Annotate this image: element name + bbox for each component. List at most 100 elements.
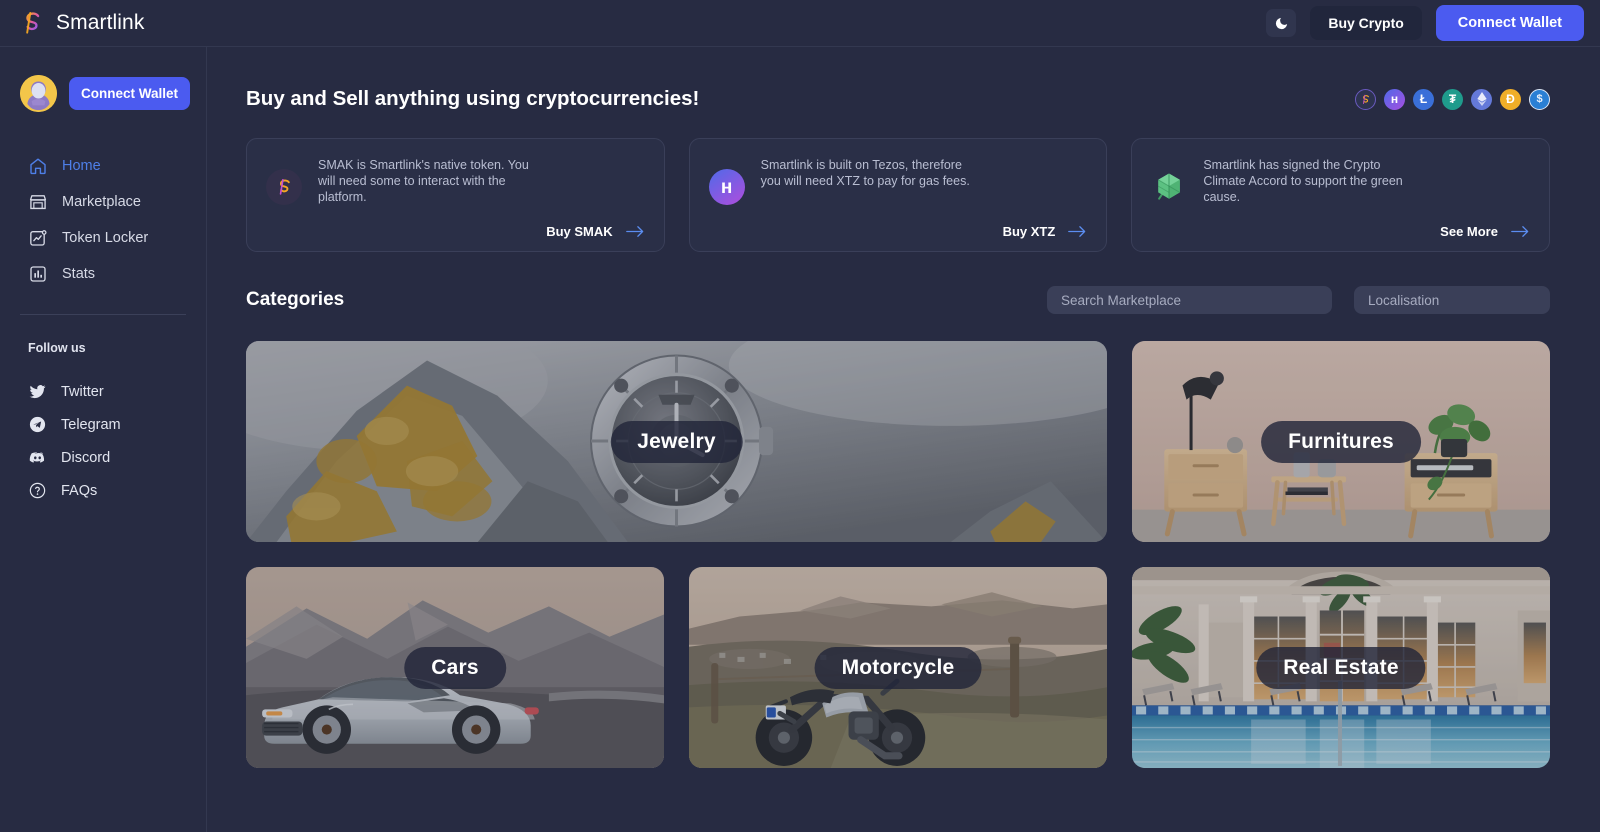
category-label-cars: Cars	[404, 646, 506, 689]
home-icon	[30, 158, 46, 175]
usdc-coin-icon[interactable]: $	[1529, 88, 1550, 110]
top-bar-actions: Buy Crypto Connect Wallet	[1266, 5, 1584, 41]
info-card-text: Smartlink has signed the Crypto Climate …	[1203, 158, 1403, 205]
chart-lock-icon	[30, 230, 47, 246]
category-label-furnitures: Furnitures	[1261, 420, 1421, 463]
arrow-right-icon	[625, 226, 643, 237]
litecoin-coin-icon[interactable]: Ł	[1413, 88, 1434, 110]
social-link-label: FAQs	[61, 482, 98, 499]
info-card-text: SMAK is Smartlink's native token. You wi…	[318, 158, 529, 205]
info-action-label: Buy SMAK	[546, 224, 613, 239]
info-card-body: Smartlink has signed the Crypto Climate …	[1203, 157, 1530, 239]
tezos-token-glyph: ʜ	[720, 176, 733, 198]
category-card-jewelry[interactable]: Jewelry	[246, 341, 1107, 542]
sidebar-item-label: Stats	[62, 266, 96, 282]
sidebar-item-label: Token Locker	[62, 230, 149, 246]
buy-crypto-button[interactable]: Buy Crypto	[1310, 6, 1422, 40]
brand[interactable]: Smartlink	[18, 9, 144, 37]
social-link-discord[interactable]: Discord	[20, 441, 186, 474]
arrow-right-icon	[1068, 226, 1086, 237]
smartlink-s-logo-icon	[26, 11, 40, 34]
main-content: Buy and Sell anything using cryptocurren…	[207, 47, 1600, 832]
telegram-icon	[29, 416, 46, 433]
avatar[interactable]	[20, 75, 57, 112]
twitter-icon	[29, 385, 46, 399]
search-marketplace-input[interactable]	[1047, 286, 1332, 314]
smak-token-glyph	[279, 178, 290, 195]
brand-name: Smartlink	[56, 11, 145, 34]
info-card-text: Smartlink is built on Tezos, therefore y…	[760, 158, 970, 189]
category-label-real-estate: Real Estate	[1256, 646, 1426, 689]
social-link-label: Telegram	[61, 416, 121, 433]
follow-us-label: Follow us	[28, 341, 86, 355]
info-card-smak: SMAK is Smartlink's native token. You wi…	[246, 138, 665, 252]
category-label-motorcycle: Motorcycle	[814, 646, 982, 689]
tezos-glyph: ʜ	[1390, 92, 1399, 106]
tether-glyph: ₮	[1448, 92, 1457, 106]
social-link-label: Twitter	[61, 383, 104, 400]
info-card-body: Smartlink is built on Tezos, therefore y…	[761, 157, 1088, 239]
connect-wallet-button-header[interactable]: Connect Wallet	[1435, 5, 1584, 41]
smak-token-icon	[266, 169, 302, 205]
search-controls	[1047, 286, 1550, 314]
category-card-motorcycle[interactable]: Motorcycle	[689, 567, 1107, 768]
theme-toggle-button[interactable]	[1266, 9, 1297, 37]
dai-glyph: Đ	[1506, 92, 1515, 106]
bar-chart-icon	[30, 266, 46, 282]
question-circle-icon	[29, 482, 46, 499]
storefront-icon	[29, 195, 47, 210]
social-link-telegram[interactable]: Telegram	[20, 408, 186, 441]
tezos-token-icon: ʜ	[708, 169, 745, 205]
category-card-cars[interactable]: Cars	[246, 567, 664, 768]
buy-smak-link[interactable]: Buy SMAK	[546, 224, 644, 239]
categories-header: Categories	[246, 286, 1550, 314]
dai-coin-icon[interactable]: Đ	[1500, 88, 1521, 110]
categories-grid: Jewelry Furnitures Cars Motorcycle Real …	[246, 341, 1550, 768]
ethereum-coin-icon[interactable]	[1471, 88, 1492, 110]
see-more-link[interactable]: See More	[1440, 224, 1530, 239]
info-card-body: SMAK is Smartlink's native token. You wi…	[318, 157, 645, 239]
info-card-climate: Smartlink has signed the Crypto Climate …	[1131, 138, 1550, 252]
sidebar-item-label: Marketplace	[62, 194, 141, 210]
discord-icon	[29, 452, 45, 463]
tether-coin-icon[interactable]: ₮	[1442, 88, 1463, 110]
categories-title: Categories	[246, 289, 345, 310]
top-bar: Smartlink Buy Crypto Connect Wallet	[0, 0, 1600, 47]
category-card-furnitures[interactable]: Furnitures	[1132, 341, 1550, 542]
smak-glyph	[1362, 94, 1369, 104]
search-localisation-input[interactable]	[1354, 286, 1550, 314]
supported-coins-row: ʜ Ł ₮ Đ $	[1355, 88, 1550, 110]
usdc-glyph: $	[1536, 93, 1543, 105]
info-card-tezos: ʜ Smartlink is built on Tezos, therefore…	[688, 138, 1108, 252]
info-action-label: Buy XTZ	[1002, 224, 1056, 239]
litecoin-glyph: Ł	[1419, 92, 1428, 106]
info-action-label: See More	[1440, 224, 1498, 239]
sidebar-item-marketplace[interactable]: Marketplace	[20, 184, 186, 220]
info-cards: SMAK is Smartlink's native token. You wi…	[246, 138, 1550, 252]
green-leaf-cube-glyph	[1158, 173, 1181, 200]
page-title: Buy and Sell anything using cryptocurren…	[246, 87, 700, 110]
moon-icon	[1275, 17, 1287, 29]
ethereum-glyph	[1476, 92, 1487, 106]
social-link-faqs[interactable]: FAQs	[20, 474, 186, 507]
category-card-real-estate[interactable]: Real Estate	[1132, 567, 1550, 768]
sidebar-social-links: Twitter Telegram Discord FAQs	[20, 375, 186, 507]
sidebar-item-stats[interactable]: Stats	[20, 256, 186, 292]
crypto-climate-accord-icon	[1151, 169, 1187, 205]
sidebar: Connect Wallet Home Marketplace Token Lo…	[0, 47, 207, 832]
smak-coin-icon[interactable]	[1355, 88, 1376, 110]
social-link-label: Discord	[61, 449, 111, 466]
buy-xtz-link[interactable]: Buy XTZ	[1003, 224, 1088, 239]
page-header: Buy and Sell anything using cryptocurren…	[246, 87, 1550, 111]
sidebar-item-home[interactable]: Home	[20, 148, 186, 184]
sidebar-item-label: Home	[62, 158, 101, 174]
social-link-twitter[interactable]: Twitter	[20, 375, 186, 408]
sidebar-divider	[20, 314, 186, 315]
sidebar-nav: Home Marketplace Token Locker Stats	[20, 148, 186, 292]
user-avatar-icon	[20, 75, 57, 112]
sidebar-item-token-locker[interactable]: Token Locker	[20, 220, 186, 256]
connect-wallet-button-sidebar[interactable]: Connect Wallet	[69, 77, 191, 110]
arrow-right-icon	[1511, 226, 1529, 237]
category-label-jewelry: Jewelry	[610, 420, 743, 463]
tezos-coin-icon[interactable]: ʜ	[1384, 88, 1405, 110]
